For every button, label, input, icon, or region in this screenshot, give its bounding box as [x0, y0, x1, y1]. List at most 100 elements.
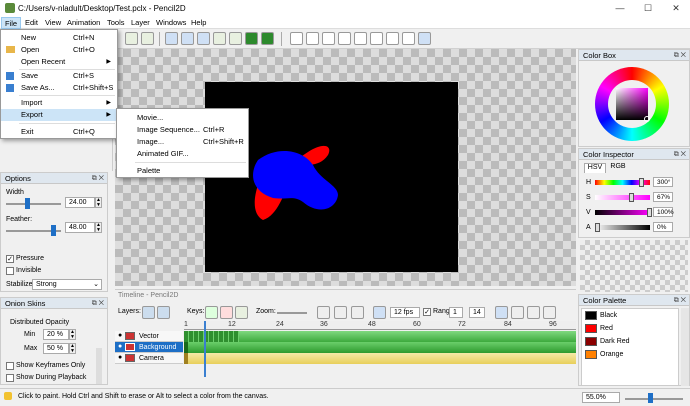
play-icon[interactable]: [334, 306, 347, 319]
min-stepper[interactable]: ▲ ▼: [69, 329, 76, 340]
max-stepper[interactable]: ▲ ▼: [69, 343, 76, 354]
a-slider[interactable]: [595, 225, 650, 230]
menu-item-image[interactable]: Image... Ctrl+Shift+R: [117, 136, 248, 148]
keyframe-background[interactable]: [184, 342, 188, 353]
minimize-button[interactable]: —: [606, 0, 634, 17]
width-input[interactable]: 24.00: [65, 197, 95, 208]
remove-key-icon[interactable]: [220, 306, 233, 319]
pressure-checkbox[interactable]: ✓: [6, 255, 14, 263]
menu-item-export[interactable]: Export ▶: [1, 109, 117, 121]
layout-icon[interactable]: [386, 32, 399, 45]
invisible-checkbox[interactable]: [6, 267, 14, 275]
palette-item[interactable]: Orange: [582, 348, 678, 361]
menu-item-new[interactable]: New Ctrl+N: [1, 32, 117, 44]
menu-help[interactable]: Help: [188, 17, 209, 29]
menu-item-movie[interactable]: Movie...: [117, 112, 248, 124]
menu-item-save-as[interactable]: Save As... Ctrl+Shift+S: [1, 82, 117, 94]
remove-layer-icon[interactable]: [157, 306, 170, 319]
menu-item-animated-gif[interactable]: Animated GIF...: [117, 148, 248, 160]
timeline-option-icon[interactable]: [527, 306, 540, 319]
loop-icon[interactable]: [373, 306, 386, 319]
menu-item-palette[interactable]: Palette: [117, 165, 248, 177]
flip-vertical-icon[interactable]: [229, 32, 242, 45]
add-layer-icon[interactable]: [142, 306, 155, 319]
layout-icon[interactable]: [290, 32, 303, 45]
menu-item-save[interactable]: Save Ctrl+S: [1, 70, 117, 82]
show-playback-checkbox[interactable]: [6, 374, 14, 382]
panel-float-icon[interactable]: ⧉ ✕: [674, 50, 686, 61]
frame-ruler[interactable]: 1 12 24 36 48 60 72 84 96: [184, 321, 576, 330]
layout-icon[interactable]: [306, 32, 319, 45]
palette-scrollbar[interactable]: [681, 308, 689, 386]
layout-icon[interactable]: [338, 32, 351, 45]
v-slider-handle[interactable]: [647, 208, 652, 217]
width-stepper[interactable]: ▲ ▼: [95, 197, 102, 208]
menu-item-exit[interactable]: Exit Ctrl+Q: [1, 126, 117, 138]
track-camera[interactable]: [184, 353, 576, 364]
menu-item-image-sequence[interactable]: Image Sequence... Ctrl+R: [117, 124, 248, 136]
zoom-slider-handle[interactable]: [648, 393, 653, 403]
s-slider-handle[interactable]: [629, 193, 634, 202]
visibility-dot-icon[interactable]: ●: [118, 343, 122, 350]
overlay-icon[interactable]: [261, 32, 274, 45]
keyframe-camera[interactable]: [184, 353, 188, 364]
v-input[interactable]: 100%: [653, 207, 674, 217]
h-input[interactable]: 300°: [653, 177, 673, 187]
menu-item-open[interactable]: Open Ctrl+O: [1, 44, 117, 56]
layout-icon[interactable]: [370, 32, 383, 45]
keyframes-vector[interactable]: [184, 331, 239, 342]
pencil-icon[interactable]: [418, 32, 431, 45]
color-picker-handle[interactable]: [644, 116, 650, 122]
flip-icon[interactable]: [213, 32, 226, 45]
layer-row-background[interactable]: ● Background: [115, 342, 183, 353]
h-slider-handle[interactable]: [639, 178, 644, 187]
tool-icon[interactable]: [125, 32, 138, 45]
zoom-slider[interactable]: [277, 312, 307, 314]
sound-icon[interactable]: [495, 306, 508, 319]
rotate-icon[interactable]: [197, 32, 210, 45]
track-background[interactable]: [184, 342, 576, 353]
menu-windows[interactable]: Windows: [153, 17, 189, 29]
feather-input[interactable]: 48.00: [65, 222, 95, 233]
maximize-button[interactable]: ☐: [634, 0, 662, 17]
menu-layer[interactable]: Layer: [128, 17, 153, 29]
scrollbar[interactable]: [96, 348, 102, 384]
range-checkbox[interactable]: ✓: [423, 308, 431, 316]
fps-select[interactable]: 12 fps: [390, 307, 420, 318]
visibility-dot-icon[interactable]: ●: [118, 354, 122, 361]
stabilizer-select[interactable]: Strong ⌄: [32, 279, 102, 290]
color-square[interactable]: [616, 88, 648, 120]
grid-icon[interactable]: [245, 32, 258, 45]
palette-item[interactable]: Dark Red: [582, 335, 678, 348]
timeline-option-icon[interactable]: [543, 306, 556, 319]
a-input[interactable]: 0%: [653, 222, 673, 232]
visibility-dot-icon[interactable]: ●: [118, 332, 122, 339]
panel-float-icon[interactable]: ⧉ ✕: [92, 173, 104, 184]
s-input[interactable]: 67%: [653, 192, 673, 202]
playhead[interactable]: [204, 321, 206, 377]
feather-slider-handle[interactable]: [51, 225, 56, 236]
zoom-select[interactable]: 55.0%: [582, 392, 620, 403]
add-key-icon[interactable]: [205, 306, 218, 319]
menu-item-open-recent[interactable]: Open Recent ▶: [1, 56, 117, 68]
menu-file[interactable]: File: [1, 17, 22, 29]
range-start-input[interactable]: 1: [449, 307, 463, 318]
zoom-in-icon[interactable]: [165, 32, 178, 45]
menu-edit[interactable]: Edit: [22, 17, 41, 29]
a-slider-handle[interactable]: [595, 223, 600, 232]
timeline-option-icon[interactable]: [511, 306, 524, 319]
width-slider-track[interactable]: [6, 203, 61, 205]
tab-hsv[interactable]: HSV: [584, 163, 606, 173]
palette-item[interactable]: Red: [582, 322, 678, 335]
range-end-input[interactable]: 14: [469, 307, 485, 318]
zoom-out-icon[interactable]: [181, 32, 194, 45]
min-input[interactable]: 20 %: [43, 329, 69, 340]
layout-icon[interactable]: [402, 32, 415, 45]
close-button[interactable]: ✕: [662, 0, 690, 17]
track-vector[interactable]: [184, 331, 576, 342]
jump-end-icon[interactable]: [351, 306, 364, 319]
tab-rgb[interactable]: RGB: [607, 163, 629, 173]
width-slider-handle[interactable]: [25, 198, 30, 209]
s-slider[interactable]: [595, 195, 650, 200]
layout-icon[interactable]: [354, 32, 367, 45]
